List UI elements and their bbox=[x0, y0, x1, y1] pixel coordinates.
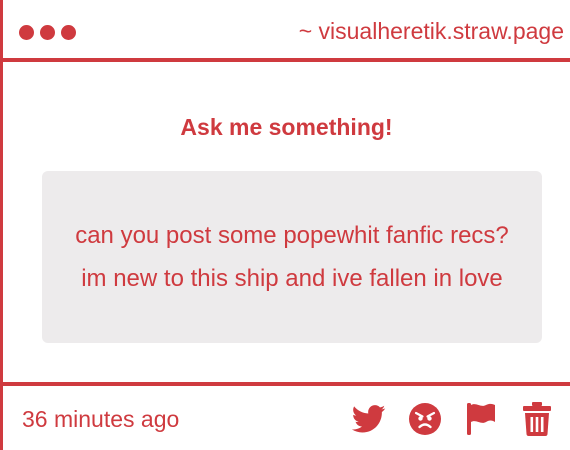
ask-content: Ask me something! can you post some pope… bbox=[3, 66, 570, 382]
delete-button[interactable] bbox=[520, 402, 554, 436]
flag-icon bbox=[465, 402, 497, 436]
window-dot-1[interactable] bbox=[19, 25, 34, 40]
react-button[interactable] bbox=[408, 402, 442, 436]
ask-footer: 36 minutes ago bbox=[3, 382, 570, 450]
twitter-share-button[interactable] bbox=[352, 402, 386, 436]
report-button[interactable] bbox=[464, 402, 498, 436]
action-bar bbox=[352, 402, 554, 436]
angry-face-icon bbox=[409, 403, 441, 435]
window-dot-3[interactable] bbox=[61, 25, 76, 40]
window-controls bbox=[19, 25, 76, 40]
page-title: Ask me something! bbox=[180, 114, 393, 140]
question-box: can you post some popewhit fanfic recs? … bbox=[42, 171, 542, 343]
twitter-icon bbox=[352, 405, 386, 433]
site-url[interactable]: ~ visualheretik.straw.page bbox=[299, 16, 564, 46]
ask-card: ~ visualheretik.straw.page Ask me someth… bbox=[0, 0, 570, 450]
window-titlebar: ~ visualheretik.straw.page bbox=[3, 0, 570, 62]
trash-icon bbox=[523, 402, 551, 436]
window-dot-2[interactable] bbox=[40, 25, 55, 40]
question-text: can you post some popewhit fanfic recs? … bbox=[75, 222, 509, 292]
timestamp: 36 minutes ago bbox=[22, 406, 180, 432]
